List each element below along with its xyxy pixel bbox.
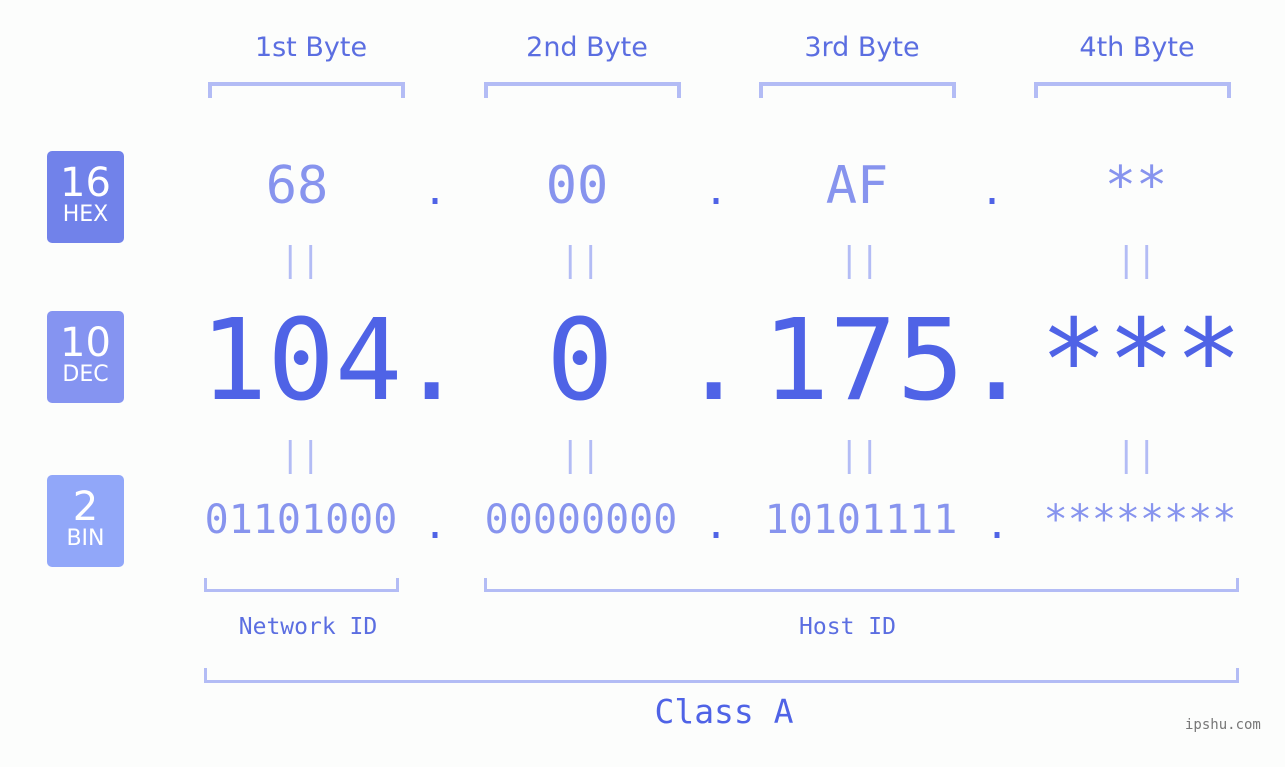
bin-byte-2: 00000000 bbox=[484, 497, 678, 543]
bin-byte-1: 01101000 bbox=[204, 497, 398, 543]
dec-dot-1: . bbox=[398, 296, 466, 426]
dec-byte-1: 104 bbox=[200, 296, 403, 426]
byte-label-4: 4th Byte bbox=[1079, 32, 1195, 63]
network-id-label: Network ID bbox=[238, 614, 378, 640]
bin-dot-1: . bbox=[423, 502, 448, 548]
bin-dot-3: . bbox=[985, 502, 1010, 548]
bin-byte-4: ******** bbox=[1043, 497, 1237, 543]
equals-dec-bin-2: || bbox=[560, 435, 601, 475]
host-id-label: Host ID bbox=[799, 614, 896, 640]
hex-dot-2: . bbox=[704, 168, 729, 214]
bin-base-number: 2 bbox=[72, 484, 99, 530]
dec-byte-3: 175 bbox=[762, 296, 965, 426]
hex-byte-2: 00 bbox=[545, 156, 609, 216]
hex-badge: 16 HEX bbox=[47, 151, 124, 243]
equals-hex-dec-1: || bbox=[280, 240, 321, 280]
hex-base-number: 16 bbox=[60, 160, 111, 206]
dec-base-number: 10 bbox=[60, 320, 111, 366]
dec-dot-2: . bbox=[680, 296, 748, 426]
hex-base-label: HEX bbox=[62, 202, 109, 227]
bin-base-label: BIN bbox=[66, 526, 105, 551]
equals-dec-bin-4: || bbox=[1116, 435, 1157, 475]
dec-byte-2: 0 bbox=[546, 296, 614, 426]
dec-base-label: DEC bbox=[62, 362, 109, 387]
byte-label-1: 1st Byte bbox=[254, 32, 368, 63]
byte-bracket-2 bbox=[484, 82, 681, 98]
bin-badge: 2 BIN bbox=[47, 475, 124, 567]
equals-hex-dec-2: || bbox=[560, 240, 601, 280]
host-id-bracket bbox=[484, 578, 1239, 592]
dec-dot-3: . bbox=[963, 296, 1031, 426]
hex-byte-1: 68 bbox=[265, 156, 329, 216]
byte-bracket-3 bbox=[759, 82, 956, 98]
bin-byte-3: 10101111 bbox=[764, 497, 958, 543]
byte-bracket-4 bbox=[1034, 82, 1231, 98]
equals-hex-dec-3: || bbox=[839, 240, 880, 280]
equals-dec-bin-3: || bbox=[839, 435, 880, 475]
equals-hex-dec-4: || bbox=[1116, 240, 1157, 280]
watermark: ipshu.com bbox=[1185, 717, 1261, 733]
dec-badge: 10 DEC bbox=[47, 311, 124, 403]
class-bracket bbox=[204, 668, 1239, 683]
hex-byte-4: ** bbox=[1104, 156, 1168, 216]
class-label: Class A bbox=[654, 692, 794, 731]
network-id-bracket bbox=[204, 578, 399, 592]
dec-byte-4: *** bbox=[1040, 296, 1243, 426]
byte-label-3: 3rd Byte bbox=[804, 32, 920, 63]
byte-bracket-1 bbox=[208, 82, 405, 98]
hex-dot-1: . bbox=[423, 168, 448, 214]
byte-label-2: 2nd Byte bbox=[526, 32, 648, 63]
hex-byte-3: AF bbox=[825, 156, 889, 216]
equals-dec-bin-1: || bbox=[280, 435, 321, 475]
bin-dot-2: . bbox=[704, 502, 729, 548]
hex-dot-3: . bbox=[980, 168, 1005, 214]
